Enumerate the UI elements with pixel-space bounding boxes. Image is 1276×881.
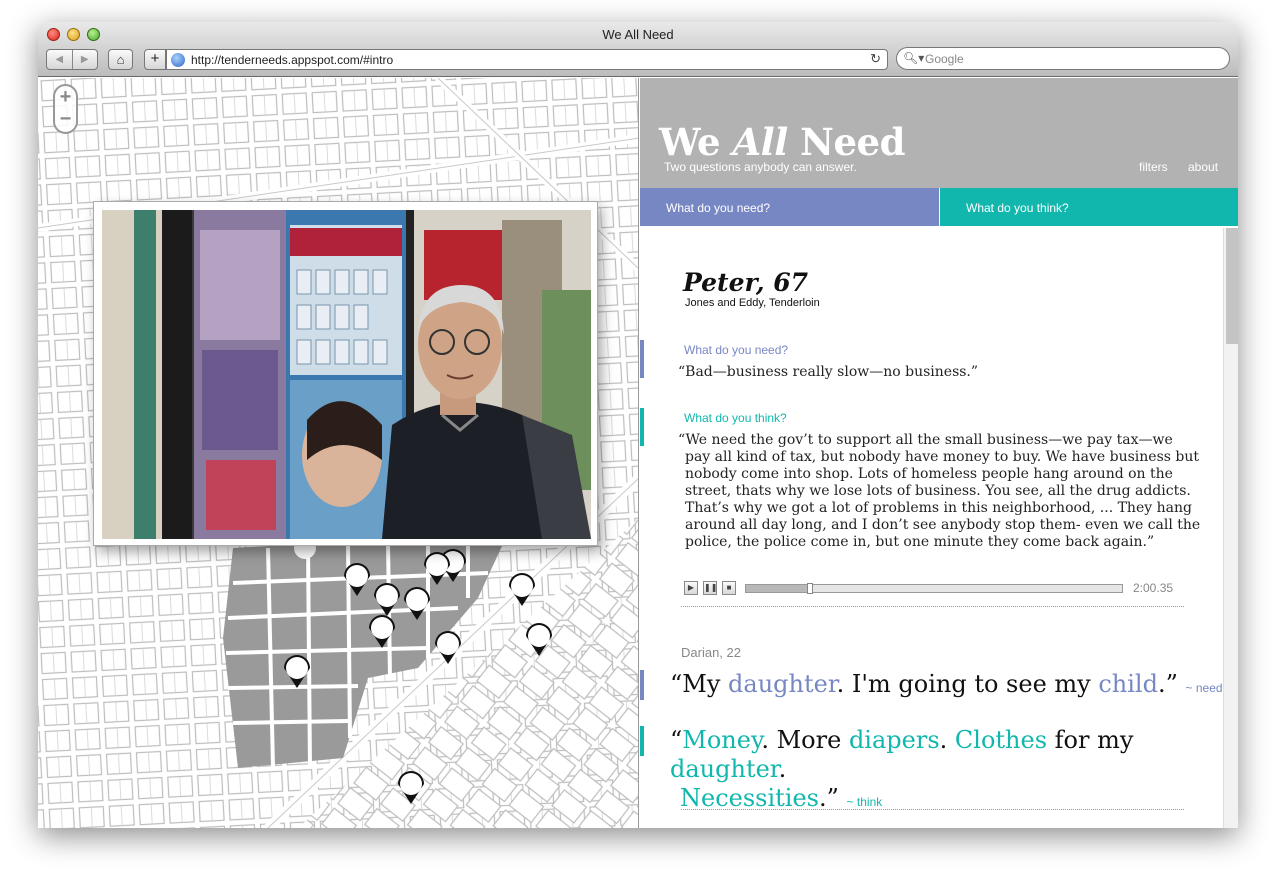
entry-location: Jones and Eddy, Tenderloin	[685, 297, 820, 309]
audio-time: 2:00.35	[1133, 581, 1174, 595]
quote-text: .”	[819, 784, 839, 812]
need-tag: ~ need	[1185, 681, 1223, 695]
zoom-out-button[interactable]: −	[55, 108, 76, 130]
back-arrow-icon[interactable]: ◀	[47, 50, 73, 69]
audio-progress-handle[interactable]	[806, 583, 813, 594]
forward-arrow-icon[interactable]: ▶	[73, 50, 98, 69]
search-icon[interactable]: 🔍︎▾	[903, 51, 924, 65]
entry-name: Peter, 67	[683, 268, 809, 297]
plus-icon: +	[150, 50, 160, 67]
browser-window: We All Need ◀ ▶ ⌂ + http://tenderneeds.a…	[38, 22, 1238, 828]
logo-suffix: Need	[787, 120, 905, 164]
site-tagline: Two questions anybody can answer.	[664, 160, 857, 174]
quote-text: “	[670, 726, 683, 754]
keyword-link[interactable]: Necessities	[680, 784, 819, 812]
quote-text: for my	[1047, 726, 1134, 754]
portrait-photo	[102, 210, 591, 539]
need-marker	[640, 670, 644, 700]
quote-text: .”	[1157, 670, 1178, 698]
reload-icon[interactable]: ↻	[870, 51, 881, 67]
think-quote-line: around all day long, and I don’t see any…	[685, 517, 1201, 533]
audio-player: ▶ ❚❚ ■ 2:00.35	[684, 579, 1184, 597]
stop-button[interactable]: ■	[722, 581, 736, 595]
photo-popup[interactable]	[93, 201, 598, 546]
think-quote: “We need the gov’t to support all the sm…	[678, 432, 1200, 551]
keyword-link[interactable]: Money	[682, 726, 761, 754]
think-quote-line: That’s why we got a lot of problems in t…	[685, 500, 1192, 516]
home-button[interactable]: ⌂	[108, 49, 133, 70]
search-field[interactable]: 🔍︎▾ Google	[896, 47, 1230, 70]
scrollbar-thumb[interactable]	[1226, 228, 1238, 344]
quote-text: “My	[670, 670, 729, 698]
map-zoom-control: + −	[53, 84, 78, 134]
think-tag: ~ think	[846, 795, 883, 809]
logo-emphasis: All	[732, 120, 788, 164]
add-bookmark-button[interactable]: +	[144, 49, 166, 70]
think-bigquote: “Money. More diapers. Clothes for my dau…	[670, 726, 1225, 817]
quote-text: .	[939, 726, 955, 754]
entry-divider	[681, 606, 1184, 607]
audio-progress-track[interactable]	[745, 583, 1123, 594]
quote-text: . More	[761, 726, 849, 754]
need-label: What do you need?	[684, 343, 789, 357]
logo-prefix: We	[659, 120, 733, 164]
think-quote-line: pay all kind of tax, but nobody have mon…	[685, 449, 1200, 465]
think-quote-line: police, the police come in, but one minu…	[685, 534, 1155, 550]
think-marker	[640, 726, 644, 756]
tab-need[interactable]: What do you need?	[640, 188, 940, 226]
keyword-link[interactable]: daughter	[728, 670, 837, 698]
think-quote-line: “We need the gov’t to support all the sm…	[678, 432, 1173, 448]
storefront-photo	[102, 210, 591, 539]
think-quote-line: nobody come into shop. Lots of homeless …	[685, 466, 1173, 482]
need-marker	[640, 340, 644, 378]
map-area[interactable]: + −	[38, 78, 639, 828]
address-bar[interactable]: http://tenderneeds.appspot.com/#intro ↻	[166, 49, 888, 70]
keyword-link[interactable]: Clothes	[955, 726, 1047, 754]
search-placeholder: Google	[925, 52, 964, 66]
entry-name: Darian, 22	[681, 645, 741, 660]
quote-text: .	[778, 755, 787, 783]
entry-divider	[681, 809, 1184, 810]
filters-link[interactable]: filters	[1139, 160, 1168, 174]
need-quote: “Bad—business really slow—no business.”	[678, 364, 979, 380]
window-title: We All Need	[602, 27, 674, 42]
audio-progress-fill	[746, 585, 810, 592]
need-bigquote: “My daughter. I'm going to see my child.…	[670, 670, 1225, 703]
quote-text: . I'm going to see my	[836, 670, 1099, 698]
think-marker	[640, 408, 644, 446]
zoom-in-button[interactable]: +	[55, 86, 76, 108]
think-quote-line: street, thats why we lose lots of busine…	[685, 483, 1191, 499]
url-text[interactable]: http://tenderneeds.appspot.com/#intro	[191, 53, 393, 67]
think-label: What do you think?	[684, 411, 787, 425]
content-panel: We All Need Two questions anybody can an…	[640, 78, 1238, 828]
keyword-link[interactable]: diapers	[849, 726, 940, 754]
about-link[interactable]: about	[1188, 160, 1218, 174]
panel-scrollbar[interactable]	[1223, 228, 1238, 828]
play-button[interactable]: ▶	[684, 581, 698, 595]
keyword-link[interactable]: daughter	[670, 755, 779, 783]
history-buttons: ◀ ▶	[46, 49, 98, 70]
site-logo[interactable]: We All Need	[659, 120, 905, 164]
tab-think[interactable]: What do you think?	[940, 188, 1238, 226]
browser-toolbar: We All Need ◀ ▶ ⌂ + http://tenderneeds.a…	[38, 22, 1238, 77]
question-tabs: What do you need? What do you think?	[640, 188, 1238, 228]
keyword-link[interactable]: child	[1098, 670, 1158, 698]
site-header: We All Need Two questions anybody can an…	[640, 78, 1238, 188]
home-icon: ⌂	[116, 52, 125, 67]
globe-icon	[171, 53, 185, 67]
pause-button[interactable]: ❚❚	[703, 581, 717, 595]
